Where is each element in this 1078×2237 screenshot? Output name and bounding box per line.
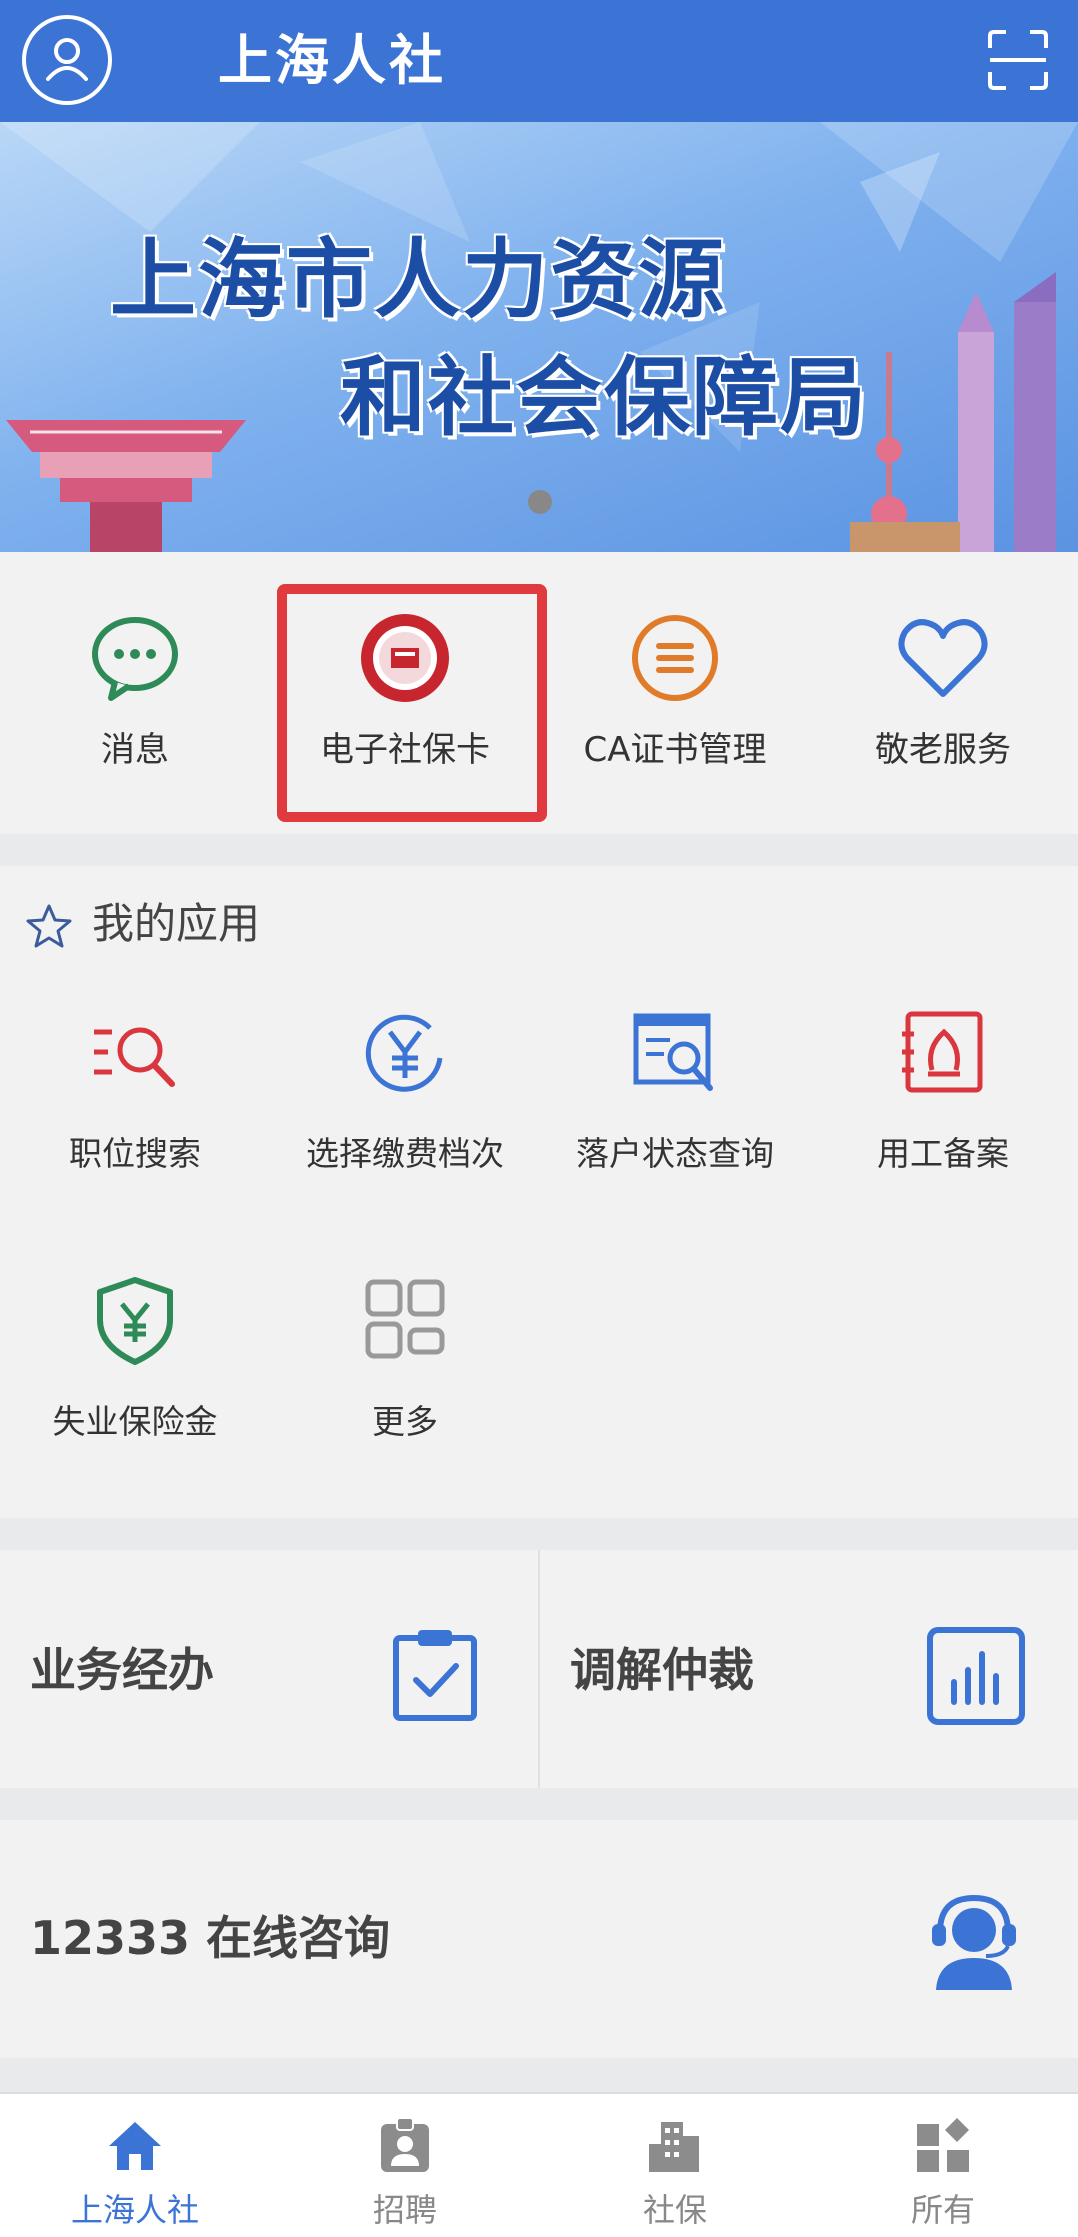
tab-label: 社保 — [642, 2191, 707, 2229]
banner-headline-line1: 上海市人力资源 — [110, 229, 726, 330]
quick-item-message[interactable]: 消息 — [0, 552, 270, 834]
quick-item-label: 敬老服务 — [875, 730, 1011, 770]
tab-label: 所有 — [910, 2191, 975, 2229]
banner-illustration — [0, 122, 1078, 552]
banner-headline-line2: 和社会保障局 — [340, 347, 868, 448]
mediation-arbitration-card[interactable]: 调解仲裁 — [540, 1550, 1078, 1788]
tab-all[interactable]: 所有 — [808, 2094, 1078, 2237]
app-item-label: 失业保险金 — [52, 1402, 218, 1441]
app-title: 上海人社 — [218, 29, 446, 92]
app-item-label: 选择缴费档次 — [306, 1134, 504, 1173]
business-row: 业务经办 调解仲裁 — [0, 1550, 1078, 1788]
document-search-icon — [630, 1008, 720, 1098]
carousel-indicator — [528, 490, 552, 514]
tab-recruitment[interactable]: 招聘 — [270, 2094, 540, 2237]
app-item-settlement-status[interactable]: 落户状态查询 — [540, 1008, 810, 1208]
app-item-label: 更多 — [372, 1402, 438, 1441]
app-item-payment-level[interactable]: 选择缴费档次 — [270, 1008, 540, 1208]
app-item-employment-record[interactable]: 用工备案 — [808, 1008, 1078, 1208]
user-icon — [46, 38, 88, 81]
quick-item-label: CA证书管理 — [583, 730, 767, 770]
clipboard-check-icon — [390, 1626, 480, 1722]
building-icon — [645, 2116, 705, 2176]
app-item-label: 用工备案 — [877, 1134, 1009, 1173]
app-item-job-search[interactable]: 职位搜索 — [0, 1008, 270, 1208]
yuan-circle-icon — [360, 1008, 450, 1098]
shield-yuan-icon — [90, 1276, 180, 1366]
tab-social-security[interactable]: 社保 — [540, 2094, 810, 2237]
tab-label: 招聘 — [372, 2191, 437, 2229]
business-card-label: 业务经办 — [30, 1643, 214, 1697]
apps-icon — [913, 2116, 973, 2176]
quick-item-label: 消息 — [101, 730, 169, 770]
job-search-icon — [90, 1008, 180, 1098]
top-bar: 上海人社 — [0, 0, 1078, 122]
star-icon — [24, 902, 74, 952]
scan-button[interactable] — [986, 28, 1050, 92]
message-icon — [85, 608, 185, 708]
banner-carousel[interactable]: 上海市人力资源 和社会保障局 — [0, 122, 1078, 552]
grid-more-icon — [360, 1276, 450, 1366]
bottom-tab-bar: 上海人社 招聘 社保 所有 — [0, 2092, 1078, 2237]
app-item-label: 落户状态查询 — [576, 1134, 774, 1173]
app-item-label: 职位搜索 — [69, 1134, 201, 1173]
highlight-frame — [277, 584, 547, 822]
app-item-unemployment-insurance[interactable]: 失业保险金 — [0, 1276, 270, 1476]
online-consult-card[interactable]: 12333 在线咨询 — [0, 1820, 1078, 2058]
app-item-more[interactable]: 更多 — [270, 1276, 540, 1476]
ca-certificate-icon — [625, 608, 725, 708]
bar-chart-icon — [926, 1626, 1025, 1725]
customer-service-icon — [924, 1892, 1024, 1992]
quick-item-elderly-service[interactable]: 敬老服务 — [808, 552, 1078, 834]
home-icon — [105, 2116, 165, 2176]
badge-icon — [375, 2116, 435, 2176]
my-apps-title: 我的应用 — [92, 899, 261, 948]
scan-icon — [988, 30, 1048, 90]
tab-home[interactable]: 上海人社 — [0, 2094, 270, 2237]
business-handling-card[interactable]: 业务经办 — [0, 1550, 538, 1788]
business-card-label: 调解仲裁 — [570, 1643, 754, 1697]
heart-icon — [893, 608, 993, 708]
tab-label: 上海人社 — [70, 2191, 199, 2229]
employee-record-icon — [898, 1008, 988, 1098]
quick-item-ca-certificate[interactable]: CA证书管理 — [540, 552, 810, 834]
user-avatar-button[interactable] — [22, 15, 112, 105]
my-apps-section: 我的应用 职位搜索 选择缴费档次 落户状态查询 用工备案 失业保险金 更多 — [0, 866, 1078, 1518]
consult-label: 12333 在线咨询 — [30, 1911, 391, 1965]
